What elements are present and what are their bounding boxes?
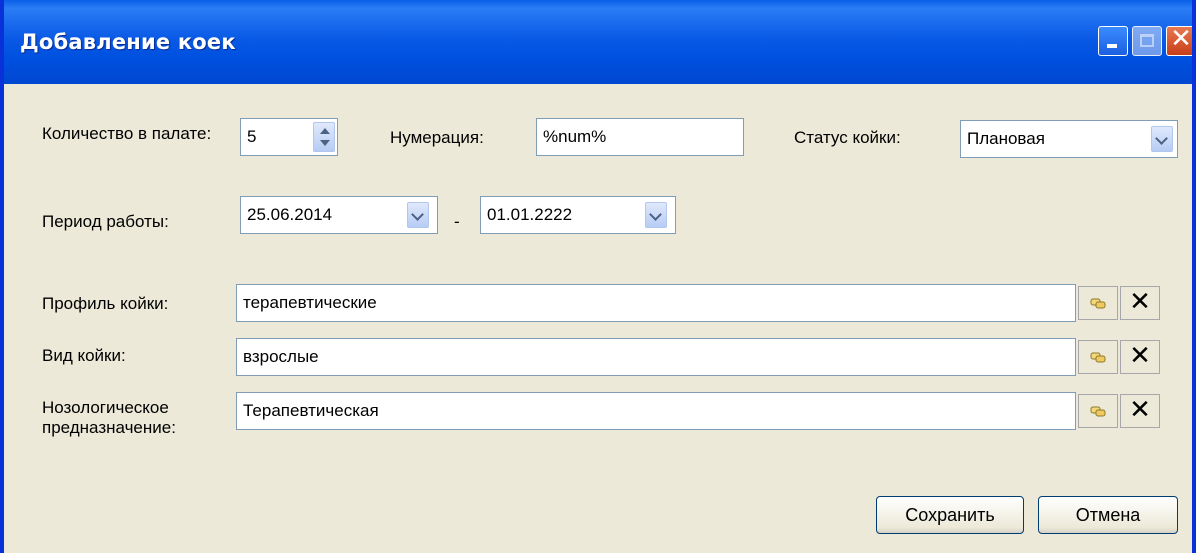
chevron-down-icon[interactable] — [1151, 126, 1173, 152]
period-to-select[interactable]: 01.01.2222 — [480, 196, 676, 234]
chain-link-icon — [1090, 352, 1106, 363]
status-select[interactable]: Плановая — [960, 120, 1178, 158]
nosology-clear-button[interactable]: ✕ — [1120, 394, 1160, 428]
close-icon: ✕ — [1129, 341, 1151, 371]
profile-pick-button[interactable] — [1078, 286, 1118, 320]
period-separator: - — [454, 212, 460, 231]
chain-link-icon — [1090, 406, 1106, 417]
close-icon: ✕ — [1129, 287, 1151, 317]
maximize-button[interactable] — [1132, 26, 1162, 56]
period-from-select[interactable]: 25.06.2014 — [240, 196, 438, 234]
nosology-label: Нозологическое предназначение: — [42, 398, 176, 437]
title-bar[interactable]: Добавление коек ✕ — [4, 0, 1192, 84]
period-to-value: 01.01.2222 — [487, 205, 573, 224]
chain-link-icon — [1090, 298, 1106, 309]
profile-label: Профиль койки: — [42, 294, 169, 313]
count-label: Количество в палате: — [42, 124, 212, 143]
period-from-value: 25.06.2014 — [247, 205, 333, 224]
spin-up-icon[interactable] — [320, 128, 330, 134]
close-icon: ✕ — [1170, 24, 1192, 54]
numbering-input[interactable]: %num% — [536, 118, 744, 156]
count-value: 5 — [247, 127, 257, 146]
chevron-down-icon[interactable] — [407, 202, 429, 228]
close-window-button[interactable]: ✕ — [1166, 24, 1192, 56]
dialog-window: Добавление коек ✕ Количество в палате: 5… — [0, 0, 1196, 553]
period-label: Период работы: — [42, 212, 169, 231]
nosology-input[interactable]: Терапевтическая — [236, 392, 1076, 430]
profile-input[interactable]: терапевтические — [236, 284, 1076, 322]
status-label: Статус койки: — [794, 128, 901, 147]
spin-down-icon[interactable] — [320, 140, 330, 146]
kind-input[interactable]: взрослые — [236, 338, 1076, 376]
nosology-pick-button[interactable] — [1078, 394, 1118, 428]
kind-pick-button[interactable] — [1078, 340, 1118, 374]
numbering-label: Нумерация: — [390, 128, 484, 147]
status-value: Плановая — [967, 129, 1045, 148]
close-icon: ✕ — [1129, 395, 1151, 425]
minimize-button[interactable] — [1098, 26, 1128, 56]
cancel-button[interactable]: Отмена — [1038, 496, 1178, 534]
window-title: Добавление коек — [20, 30, 236, 54]
count-stepper[interactable]: 5 — [240, 118, 338, 156]
kind-label: Вид койки: — [42, 346, 126, 365]
profile-clear-button[interactable]: ✕ — [1120, 286, 1160, 320]
save-button[interactable]: Сохранить — [876, 496, 1024, 534]
kind-clear-button[interactable]: ✕ — [1120, 340, 1160, 374]
spin-buttons[interactable] — [313, 122, 335, 152]
chevron-down-icon[interactable] — [645, 202, 667, 228]
